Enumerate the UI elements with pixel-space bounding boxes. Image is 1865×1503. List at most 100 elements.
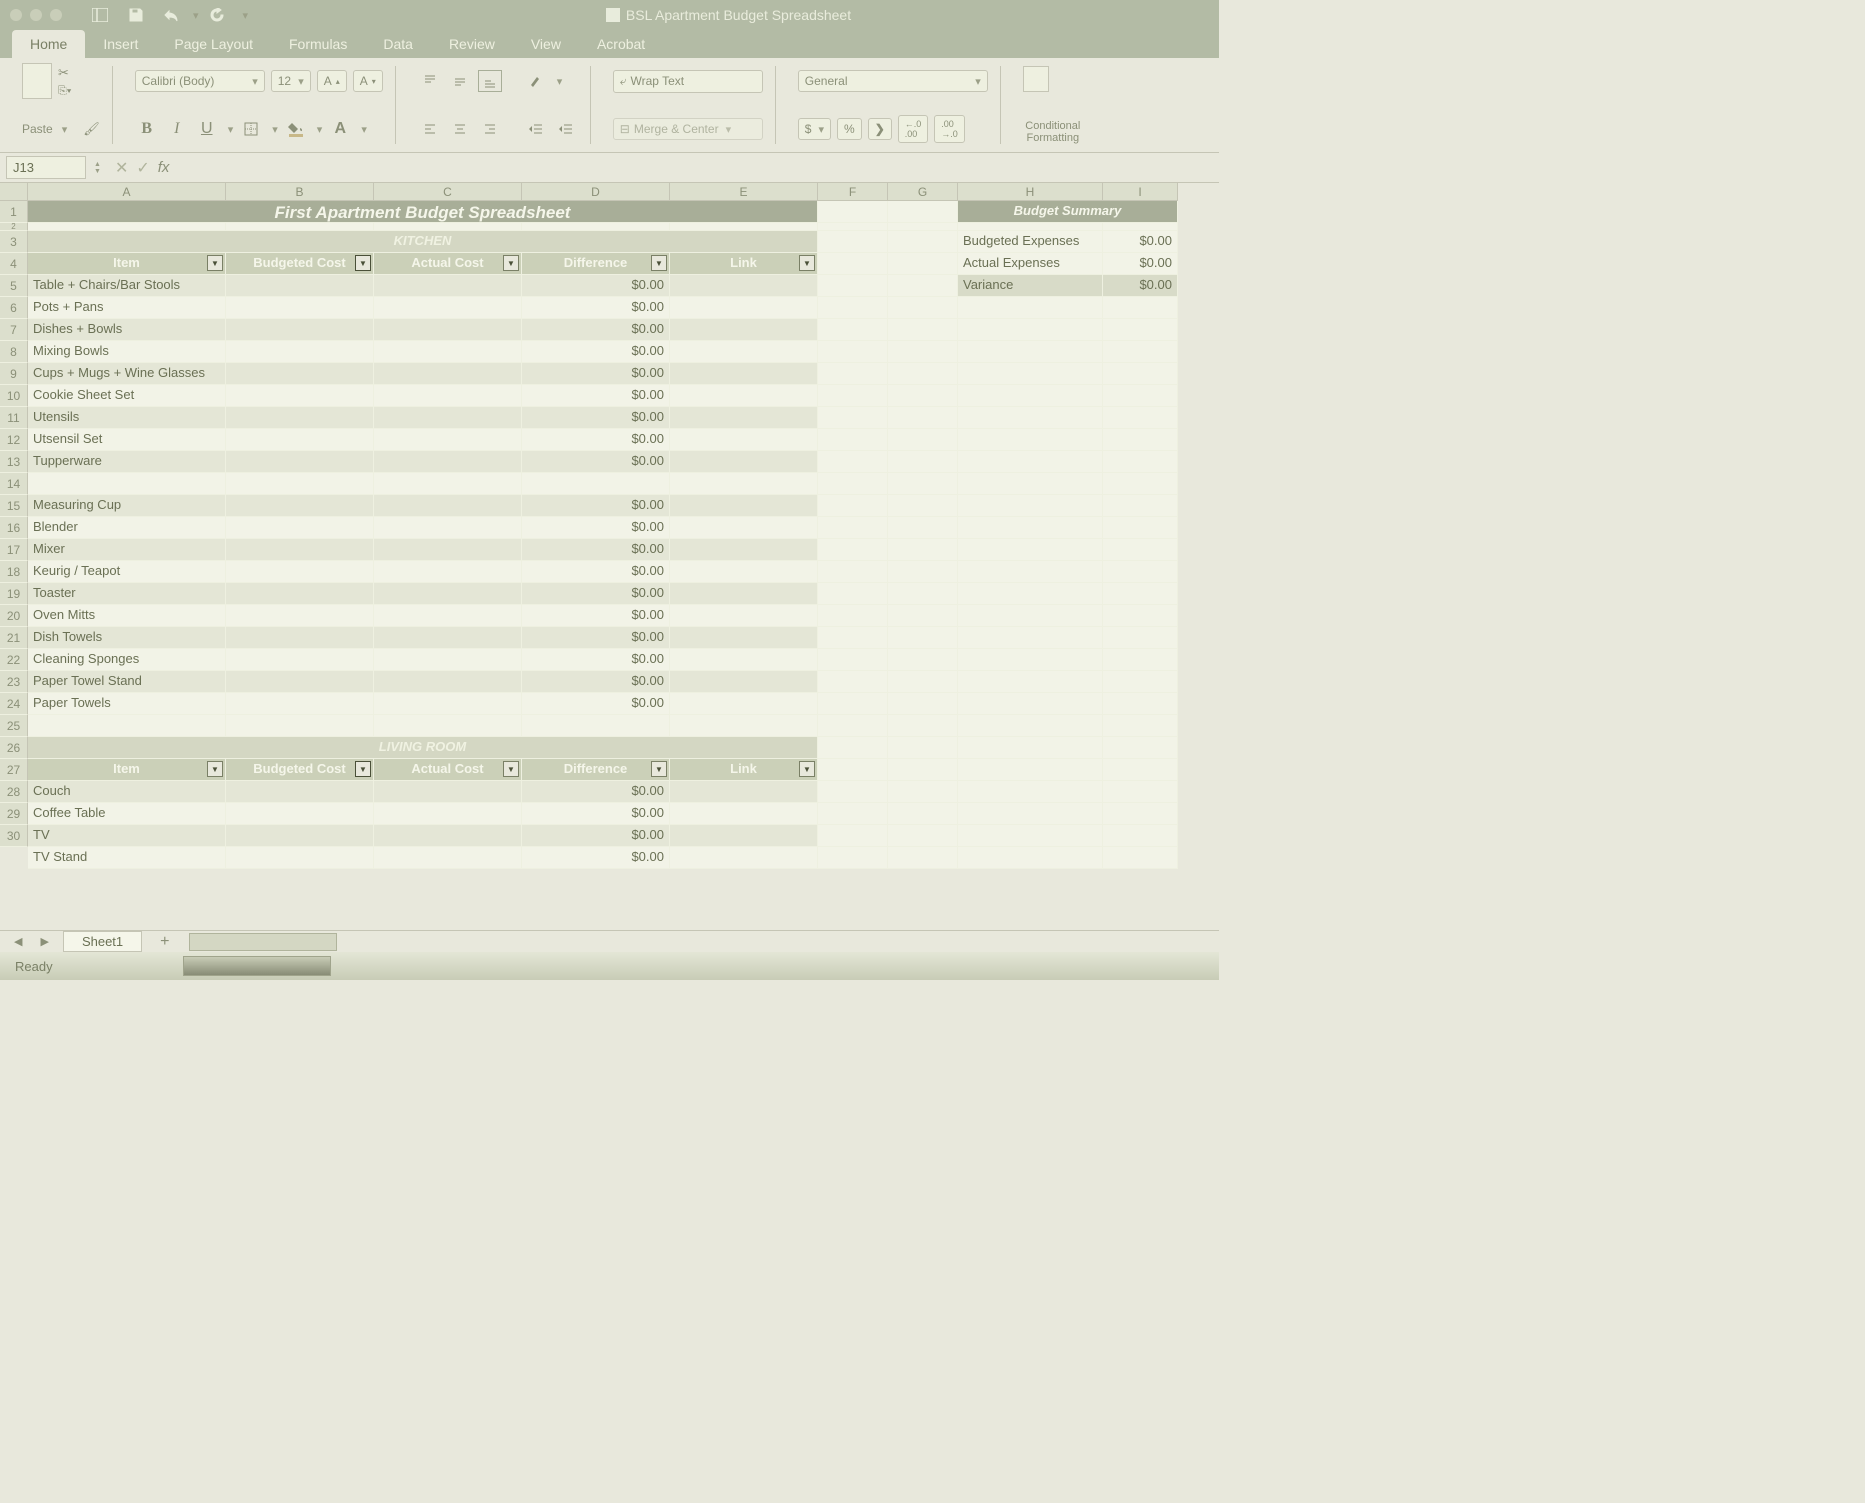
cell[interactable] xyxy=(818,583,888,605)
cell[interactable] xyxy=(958,451,1103,473)
cancel-icon[interactable]: ✕ xyxy=(115,158,128,178)
cell[interactable] xyxy=(670,275,818,297)
cell[interactable] xyxy=(1103,385,1178,407)
cell[interactable] xyxy=(374,473,522,495)
cell[interactable]: Mixing Bowls xyxy=(28,341,226,363)
cell[interactable] xyxy=(958,473,1103,495)
borders-dd[interactable]: ▾ xyxy=(272,123,278,136)
cell[interactable]: $0.00 xyxy=(522,649,670,671)
cell[interactable]: Difference xyxy=(522,253,670,275)
cell[interactable]: Oven Mitts xyxy=(28,605,226,627)
cell[interactable] xyxy=(958,429,1103,451)
cell[interactable] xyxy=(374,429,522,451)
cell[interactable] xyxy=(1103,341,1178,363)
cell[interactable] xyxy=(818,671,888,693)
col-F[interactable]: F xyxy=(818,183,888,201)
cell[interactable] xyxy=(1103,495,1178,517)
cell[interactable] xyxy=(226,539,374,561)
tab-home[interactable]: Home xyxy=(12,30,85,58)
cell[interactable]: Item xyxy=(28,759,226,781)
cell[interactable]: $0.00 xyxy=(522,341,670,363)
cell[interactable]: Difference xyxy=(522,759,670,781)
cell[interactable]: $0.00 xyxy=(522,363,670,385)
cell[interactable] xyxy=(670,803,818,825)
cell[interactable] xyxy=(818,649,888,671)
cell[interactable] xyxy=(1103,451,1178,473)
cell[interactable] xyxy=(226,627,374,649)
outdent-button[interactable] xyxy=(524,118,548,140)
tab-view[interactable]: View xyxy=(513,30,579,58)
cell[interactable] xyxy=(958,627,1103,649)
cell[interactable] xyxy=(818,693,888,715)
formula-input[interactable] xyxy=(177,158,1213,178)
cell[interactable] xyxy=(670,223,818,231)
cell[interactable] xyxy=(818,781,888,803)
cell[interactable]: Utsensil Set xyxy=(28,429,226,451)
cell[interactable]: Table + Chairs/Bar Stools xyxy=(28,275,226,297)
enter-icon[interactable]: ✓ xyxy=(136,158,149,178)
cell[interactable] xyxy=(888,561,958,583)
cell[interactable] xyxy=(888,627,958,649)
cell[interactable] xyxy=(226,473,374,495)
cell[interactable] xyxy=(888,671,958,693)
row-22[interactable]: 22 xyxy=(0,649,28,671)
row-1[interactable]: 1 xyxy=(0,201,28,223)
cell[interactable]: Budgeted Cost xyxy=(226,759,374,781)
cell[interactable]: Dish Towels xyxy=(28,627,226,649)
cell[interactable]: Actual Expenses xyxy=(958,253,1103,275)
cell[interactable]: Blender xyxy=(28,517,226,539)
cell[interactable] xyxy=(958,605,1103,627)
cell[interactable] xyxy=(888,495,958,517)
cell[interactable] xyxy=(226,319,374,341)
cell[interactable]: $0.00 xyxy=(522,429,670,451)
cell[interactable] xyxy=(1103,847,1178,869)
cell[interactable] xyxy=(888,201,958,223)
filter-dropdown[interactable] xyxy=(799,761,815,777)
cell[interactable] xyxy=(958,517,1103,539)
grow-font-button[interactable]: A▴ xyxy=(317,70,347,92)
filter-dropdown[interactable] xyxy=(799,255,815,271)
cell[interactable] xyxy=(818,561,888,583)
cell[interactable] xyxy=(374,825,522,847)
filter-dropdown[interactable] xyxy=(503,761,519,777)
cell[interactable] xyxy=(818,363,888,385)
col-H[interactable]: H xyxy=(958,183,1103,201)
cell[interactable] xyxy=(888,451,958,473)
cell[interactable] xyxy=(374,627,522,649)
row-15[interactable]: 15 xyxy=(0,495,28,517)
row-25[interactable]: 25 xyxy=(0,715,28,737)
cell[interactable] xyxy=(888,517,958,539)
row-13[interactable]: 13 xyxy=(0,451,28,473)
cell[interactable] xyxy=(888,473,958,495)
tab-formulas[interactable]: Formulas xyxy=(271,30,365,58)
cell[interactable] xyxy=(1103,715,1178,737)
cell[interactable] xyxy=(226,561,374,583)
cut-icon[interactable]: ✂ xyxy=(58,65,71,81)
cell[interactable] xyxy=(1103,781,1178,803)
cell[interactable] xyxy=(28,223,226,231)
align-left-button[interactable] xyxy=(418,118,442,140)
cell[interactable] xyxy=(958,671,1103,693)
cell[interactable] xyxy=(670,297,818,319)
row-5[interactable]: 5 xyxy=(0,275,28,297)
cell[interactable] xyxy=(522,223,670,231)
comma-button[interactable]: ❯ xyxy=(868,118,892,140)
cell[interactable] xyxy=(226,825,374,847)
cell[interactable] xyxy=(670,451,818,473)
cell[interactable] xyxy=(374,539,522,561)
cell[interactable] xyxy=(374,803,522,825)
numberformat-selector[interactable]: General▾ xyxy=(798,70,988,92)
cell[interactable]: $0.00 xyxy=(522,825,670,847)
cell[interactable] xyxy=(226,451,374,473)
cell[interactable] xyxy=(374,223,522,231)
cell[interactable]: Actual Cost xyxy=(374,759,522,781)
undo-icon[interactable] xyxy=(160,3,184,27)
cell[interactable]: $0.00 xyxy=(522,297,670,319)
cell[interactable]: Budgeted Expenses xyxy=(958,231,1103,253)
cell[interactable] xyxy=(958,847,1103,869)
cell[interactable] xyxy=(374,275,522,297)
tab-pagelayout[interactable]: Page Layout xyxy=(156,30,271,58)
cell[interactable] xyxy=(818,275,888,297)
cell[interactable] xyxy=(670,715,818,737)
merge-button[interactable]: ⊟Merge & Center▾ xyxy=(613,118,763,140)
